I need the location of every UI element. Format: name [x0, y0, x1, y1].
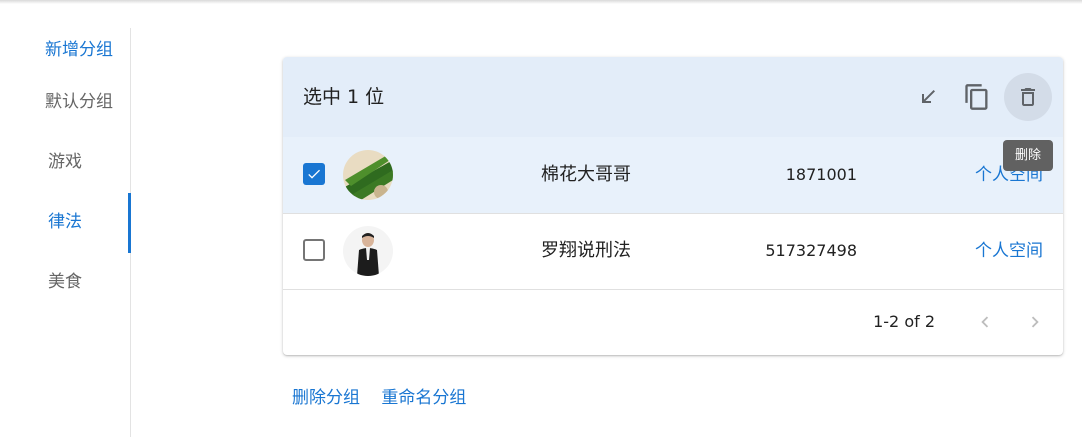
delete-group-link[interactable]: 删除分组: [292, 388, 360, 408]
table-row[interactable]: 罗翔说刑法 517327498 个人空间: [283, 213, 1063, 290]
row-checkbox-checked[interactable]: [303, 163, 325, 185]
sidebar-item-games[interactable]: 游戏: [0, 133, 130, 191]
sidebar-item-default[interactable]: 默认分组: [0, 73, 113, 131]
row-checkbox-unchecked[interactable]: [303, 239, 325, 261]
add-group-link[interactable]: 新增分组: [0, 21, 113, 79]
member-name: 棉花大哥哥: [541, 164, 631, 185]
selection-toolbar: 选中 1 位: [283, 57, 1063, 137]
avatar: [343, 150, 393, 200]
copy-button[interactable]: [953, 73, 1001, 121]
delete-button[interactable]: [1004, 73, 1052, 121]
pagination-footer: 1-2 of 2: [283, 289, 1063, 355]
delete-tooltip: 删除: [1003, 140, 1053, 171]
move-to-button[interactable]: [904, 73, 952, 121]
personal-space-link[interactable]: 个人空间: [975, 213, 1043, 289]
top-shadow: [0, 0, 1082, 4]
next-page-button[interactable]: [1011, 298, 1059, 346]
chevron-left-icon: [981, 316, 989, 328]
avatar: [343, 226, 393, 276]
chevron-right-icon: [1031, 316, 1039, 328]
rename-group-link[interactable]: 重命名分组: [381, 388, 466, 408]
table-row[interactable]: 棉花大哥哥 1871001 个人空间: [283, 137, 1063, 214]
move-to-icon: [922, 90, 935, 103]
member-id: 517327498: [765, 241, 857, 260]
sidebar-item-law[interactable]: 律法: [0, 193, 130, 251]
pagination-range: 1-2 of 2: [873, 312, 935, 331]
copy-icon: [965, 84, 988, 110]
prev-page-button[interactable]: [961, 298, 1009, 346]
delete-icon: [1021, 88, 1035, 106]
check-icon: [308, 169, 320, 179]
active-indicator: [128, 193, 131, 253]
members-table-card: 选中 1 位 棉花大哥哥 1871001 个人空间 罗翔说刑法 51732749…: [283, 57, 1063, 355]
selection-count: 选中 1 位: [303, 86, 385, 108]
group-sidebar: 新增分组 默认分组 游戏 律法 美食: [0, 28, 131, 437]
member-id: 1871001: [785, 165, 857, 184]
group-actions: 删除分组 重命名分组: [292, 383, 482, 408]
member-name: 罗翔说刑法: [541, 240, 631, 261]
sidebar-item-food[interactable]: 美食: [0, 253, 130, 311]
